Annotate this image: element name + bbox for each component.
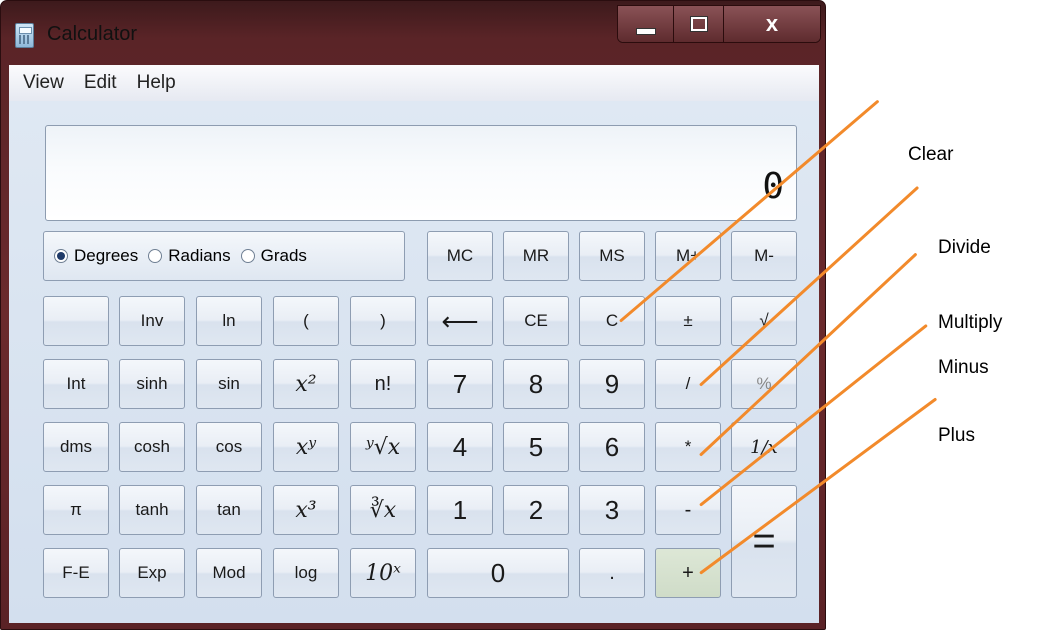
- divide-button[interactable]: /: [655, 359, 721, 409]
- ms-button[interactable]: MS: [579, 231, 645, 281]
- radio-radians-label: Radians: [168, 246, 231, 265]
- int-button[interactable]: Int: [43, 359, 109, 409]
- title-bar[interactable]: Calculator x: [1, 1, 825, 61]
- eight-button[interactable]: 8: [503, 359, 569, 409]
- factorial-button[interactable]: n!: [350, 359, 416, 409]
- zero-button[interactable]: 0: [427, 548, 569, 598]
- sinh-button[interactable]: sinh: [119, 359, 185, 409]
- mod-button[interactable]: Mod: [196, 548, 262, 598]
- cos-button[interactable]: cos: [196, 422, 262, 472]
- calculator-window: Calculator x View Edit Help 0 Degrees Ra…: [0, 0, 826, 630]
- right-paren-button[interactable]: ): [350, 296, 416, 346]
- pi-button[interactable]: π: [43, 485, 109, 535]
- seven-button[interactable]: 7: [427, 359, 493, 409]
- radio-degrees-dot[interactable]: [54, 249, 68, 263]
- window-title: Calculator: [47, 23, 138, 45]
- percent-button[interactable]: %: [731, 359, 797, 409]
- angle-mode-group: Degrees Radians Grads: [43, 231, 405, 281]
- radio-radians[interactable]: Radians: [148, 246, 231, 266]
- three-button[interactable]: 3: [579, 485, 645, 535]
- result-display: 0: [45, 125, 797, 221]
- inv-button[interactable]: Inv: [119, 296, 185, 346]
- x-cubed-button[interactable]: x³: [273, 485, 339, 535]
- m-plus-button[interactable]: M+: [655, 231, 721, 281]
- five-button[interactable]: 5: [503, 422, 569, 472]
- minus-button[interactable]: -: [655, 485, 721, 535]
- left-paren-button[interactable]: (: [273, 296, 339, 346]
- menu-edit[interactable]: Edit: [84, 72, 117, 94]
- one-button[interactable]: 1: [427, 485, 493, 535]
- cube-root-button[interactable]: ∛x: [350, 485, 416, 535]
- dms-button[interactable]: dms: [43, 422, 109, 472]
- radio-degrees[interactable]: Degrees: [54, 246, 138, 266]
- maximize-icon: [689, 16, 708, 32]
- clear-button[interactable]: C: [579, 296, 645, 346]
- radio-grads-label: Grads: [260, 246, 307, 265]
- menu-help[interactable]: Help: [137, 72, 176, 94]
- plus-minus-button[interactable]: ±: [655, 296, 721, 346]
- radio-grads-dot[interactable]: [240, 249, 255, 263]
- exp-button[interactable]: Exp: [119, 548, 185, 598]
- menu-bar: View Edit Help: [9, 65, 819, 101]
- reciprocal-button[interactable]: 1/x: [731, 422, 797, 472]
- calculator-body: 0 Degrees Radians Grads MC MR MS M+ M- I…: [9, 101, 819, 623]
- calculator-app-icon: [15, 23, 34, 48]
- plus-callout-label: Plus: [938, 425, 975, 446]
- y-root-x-button[interactable]: ʸ√x: [350, 422, 416, 472]
- caption-buttons: x: [617, 5, 821, 43]
- radio-radians-dot[interactable]: [148, 249, 163, 263]
- radio-grads[interactable]: Grads: [240, 246, 307, 266]
- ln-button[interactable]: ln: [196, 296, 262, 346]
- display-value: 0: [762, 166, 784, 207]
- backspace-button[interactable]: ⟵: [427, 296, 493, 346]
- sin-button[interactable]: sin: [196, 359, 262, 409]
- minimize-icon: [635, 27, 656, 35]
- six-button[interactable]: 6: [579, 422, 645, 472]
- nine-button[interactable]: 9: [579, 359, 645, 409]
- x-squared-button[interactable]: x²: [273, 359, 339, 409]
- four-button[interactable]: 4: [427, 422, 493, 472]
- mr-button[interactable]: MR: [503, 231, 569, 281]
- minus-callout-label: Minus: [938, 357, 989, 378]
- plus-button[interactable]: +: [655, 548, 721, 598]
- tan-button[interactable]: tan: [196, 485, 262, 535]
- tanh-button[interactable]: tanh: [119, 485, 185, 535]
- two-button[interactable]: 2: [503, 485, 569, 535]
- m-minus-button[interactable]: M-: [731, 231, 797, 281]
- menu-view[interactable]: View: [23, 72, 64, 94]
- cosh-button[interactable]: cosh: [119, 422, 185, 472]
- ce-button[interactable]: CE: [503, 296, 569, 346]
- blank-button[interactable]: [43, 296, 109, 346]
- close-button[interactable]: x: [724, 6, 820, 42]
- mc-button[interactable]: MC: [427, 231, 493, 281]
- log-button[interactable]: log: [273, 548, 339, 598]
- ten-power-x-button[interactable]: 10ˣ: [350, 548, 416, 598]
- multiply-callout-label: Multiply: [938, 312, 1003, 333]
- x-power-y-button[interactable]: xʸ: [273, 422, 339, 472]
- minimize-button[interactable]: [618, 6, 674, 42]
- radio-degrees-label: Degrees: [74, 246, 139, 265]
- decimal-button[interactable]: .: [579, 548, 645, 598]
- divide-callout-label: Divide: [938, 237, 991, 258]
- maximize-button[interactable]: [674, 6, 724, 42]
- fe-button[interactable]: F-E: [43, 548, 109, 598]
- clear-callout-label: Clear: [908, 144, 954, 165]
